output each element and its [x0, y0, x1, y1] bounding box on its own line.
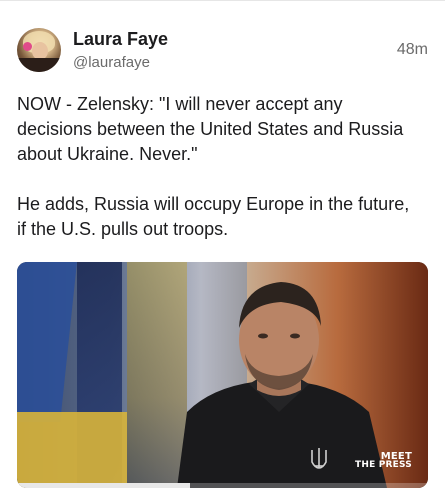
top-divider — [0, 0, 445, 1]
video-thumbnail[interactable]: MEET THE PRESS — [17, 262, 428, 488]
post-paragraph-2: He adds, Russia will occupy Europe in th… — [17, 194, 410, 239]
avatar-shadow — [17, 58, 61, 72]
post-timestamp: 48m — [396, 41, 428, 58]
meet-the-press-logo: MEET THE PRESS — [355, 452, 412, 470]
video-progress-track[interactable] — [17, 483, 428, 488]
author-handle[interactable]: @laurafaye — [73, 54, 150, 71]
video-progress-fill — [17, 483, 190, 488]
logo-line-2: THE PRESS — [355, 460, 412, 470]
post-paragraph-1: NOW - Zelensky: "I will never accept any… — [17, 94, 404, 164]
author-name[interactable]: Laura Faye — [73, 29, 168, 50]
avatar[interactable] — [17, 28, 61, 72]
post-body: NOW - Zelensky: "I will never accept any… — [17, 92, 422, 242]
post-header: Laura Faye @laurafaye 48m — [17, 26, 428, 74]
avatar-flower — [23, 42, 32, 51]
